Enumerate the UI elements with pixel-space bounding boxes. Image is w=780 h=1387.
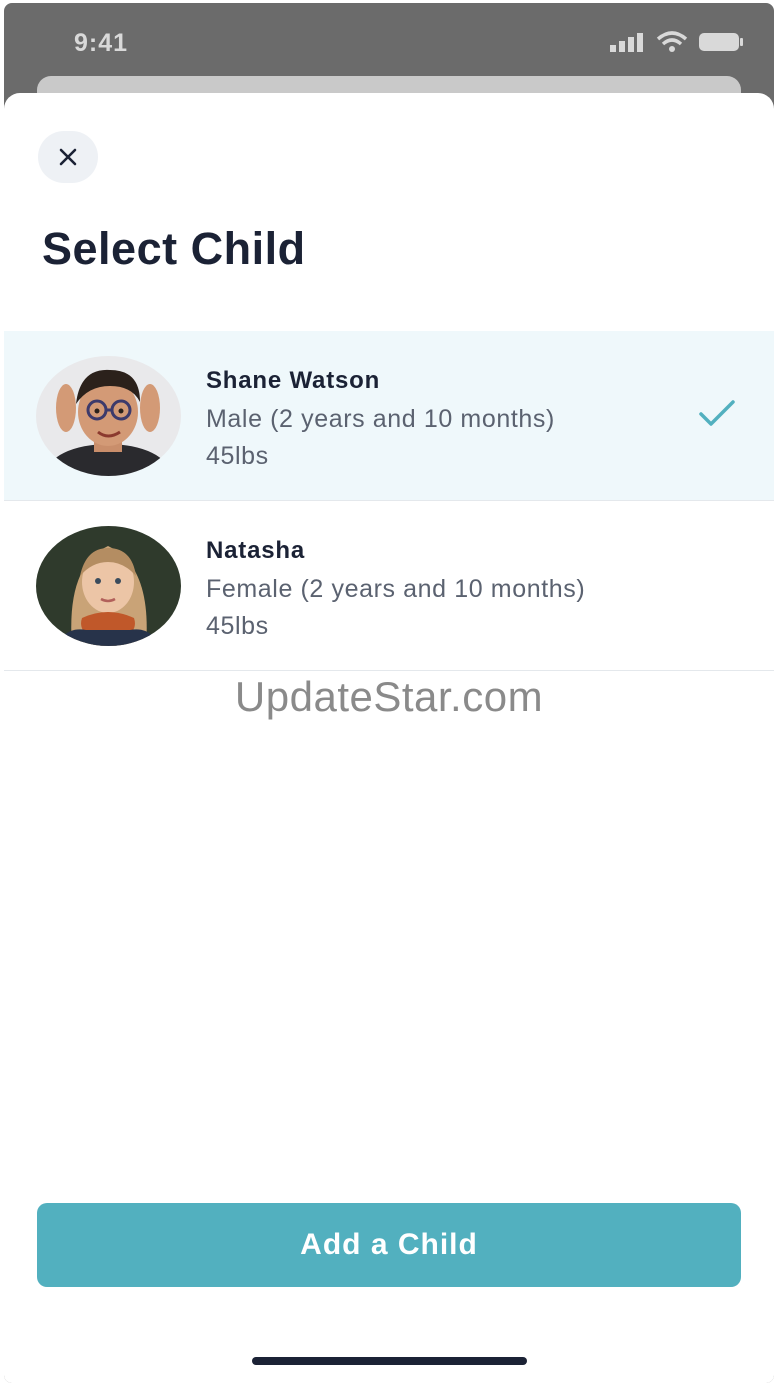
child-details: Female (2 years and 10 months) (206, 575, 586, 603)
avatar (36, 356, 181, 476)
child-weight: 45lbs (206, 612, 269, 640)
page-title: Select Child (42, 223, 306, 274)
child-row-shane-watson[interactable]: Shane Watson Male (2 years and 10 months… (4, 331, 774, 501)
watermark-text: UpdateStar.com (234, 673, 544, 720)
status-bar: 9:41 (4, 3, 774, 83)
close-icon (59, 148, 77, 166)
phone-frame: 9:41 Select Child Shane Watson Male (2 y… (4, 3, 774, 1383)
status-icons (610, 31, 744, 53)
battery-icon (699, 33, 743, 51)
wifi-icon (656, 31, 688, 52)
status-time: 9:41 (74, 29, 129, 57)
child-row-natasha[interactable]: Natasha Female (2 years and 10 months) 4… (4, 501, 774, 671)
home-indicator (252, 1357, 527, 1365)
child-details: Male (2 years and 10 months) (206, 405, 555, 433)
child-weight: 45lbs (206, 442, 269, 470)
child-name: Shane Watson (206, 367, 381, 394)
close-button[interactable] (38, 131, 98, 183)
avatar (36, 526, 181, 646)
child-info: Shane Watson Male (2 years and 10 months… (206, 367, 555, 471)
children-list: Shane Watson Male (2 years and 10 months… (4, 331, 774, 671)
child-info: Natasha Female (2 years and 10 months) 4… (206, 537, 585, 641)
select-child-sheet: Select Child Shane Watson Male (2 years … (4, 93, 774, 1383)
child-name: Natasha (206, 537, 305, 564)
add-child-button[interactable]: Add a Child (37, 1203, 741, 1287)
cellular-signal-icon (610, 33, 643, 52)
checkmark-icon (699, 400, 735, 426)
